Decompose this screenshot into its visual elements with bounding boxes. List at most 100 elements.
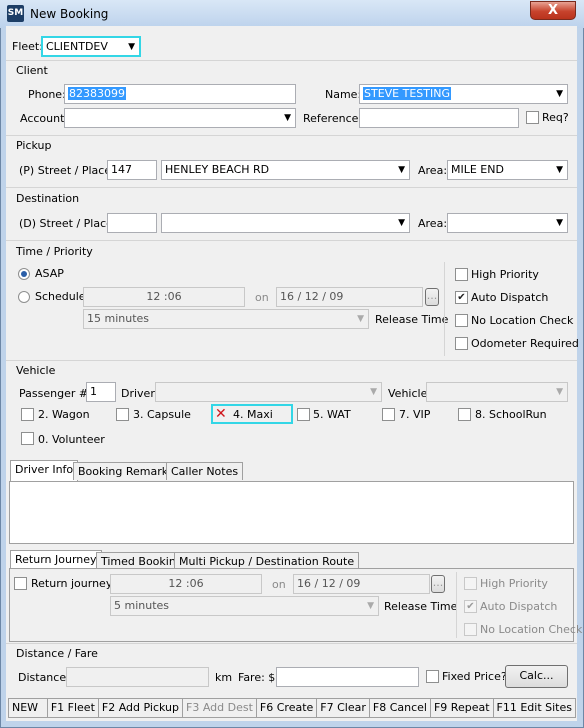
return-date-picker-button[interactable]: ...: [431, 575, 445, 593]
pickup-area-label: Area:: [418, 164, 448, 177]
req-checkbox[interactable]: [526, 111, 539, 124]
passenger-label: Passenger #:: [19, 387, 92, 400]
f7-clear-key[interactable]: F7 Clear: [317, 699, 370, 717]
chevron-down-icon: ▼: [367, 601, 374, 611]
fare-input[interactable]: [276, 667, 419, 687]
return-journey-label: Return journey: [31, 577, 113, 590]
distance-label: Distance:: [18, 671, 70, 684]
distance-input[interactable]: [66, 667, 209, 687]
return-high-priority-checkbox[interactable]: [464, 577, 477, 590]
no-location-check-checkbox[interactable]: [455, 314, 468, 327]
wat-checkbox[interactable]: [297, 408, 310, 421]
schedule-time-input[interactable]: 12 :06: [83, 287, 245, 307]
release-time-value: 15 minutes: [87, 312, 150, 325]
schedule-date-input[interactable]: 16 / 12 / 09: [276, 287, 423, 307]
wagon-label: 2. Wagon: [38, 408, 90, 421]
vehicle-select[interactable]: ▼: [426, 382, 568, 402]
on-label: on: [255, 291, 269, 304]
pickup-street-combobox[interactable]: HENLEY BEACH RD ▼: [161, 160, 410, 180]
return-time-input[interactable]: 12 :06: [110, 574, 262, 594]
account-select[interactable]: ▼: [64, 108, 296, 128]
pickup-number-value: 147: [111, 163, 132, 176]
f1-fleet-key[interactable]: F1 Fleet: [47, 699, 99, 717]
volunteer-label: 0. Volunteer: [38, 433, 105, 446]
fare-heading: Distance / Fare: [16, 647, 98, 660]
high-priority-checkbox[interactable]: [455, 268, 468, 281]
passenger-value: 1: [90, 385, 97, 398]
vip-label: 7. VIP: [399, 408, 431, 421]
fixed-price-label: Fixed Price?: [442, 670, 507, 683]
return-journey-checkbox[interactable]: [14, 577, 27, 590]
odometer-checkbox[interactable]: [455, 337, 468, 350]
vehicle-heading: Vehicle: [16, 364, 56, 377]
chevron-down-icon: ▼: [398, 165, 405, 175]
driver-select[interactable]: ▼: [155, 382, 382, 402]
fleet-select[interactable]: CLIENTDEV ▼: [41, 36, 141, 57]
dest-number-input[interactable]: [107, 213, 157, 233]
capsule-label: 3. Capsule: [133, 408, 191, 421]
high-priority-label: High Priority: [471, 268, 539, 281]
chevron-down-icon: ▼: [556, 387, 563, 397]
reference-input[interactable]: [359, 108, 519, 128]
return-auto-dispatch-checkbox[interactable]: ✔: [464, 600, 477, 613]
auto-dispatch-checkbox[interactable]: ✔: [455, 291, 468, 304]
phone-input[interactable]: 82383099: [64, 84, 296, 104]
return-high-priority-label: High Priority: [480, 577, 548, 590]
release-time-select[interactable]: 15 minutes ▼: [83, 309, 369, 329]
no-location-check-label: No Location Check: [471, 314, 574, 327]
req-label: Req?: [542, 111, 569, 124]
fixed-price-checkbox[interactable]: [426, 670, 439, 683]
app-logo-icon: SM: [7, 5, 24, 22]
return-no-location-label: No Location Check: [480, 623, 583, 636]
date-picker-button[interactable]: ...: [425, 288, 439, 306]
f9-repeat-key[interactable]: F9 Repeat: [430, 699, 494, 717]
return-time-hour: 12: [168, 577, 183, 590]
tab-caller-notes[interactable]: Caller Notes: [166, 462, 244, 480]
pickup-number-input[interactable]: 147: [107, 160, 157, 180]
dest-street-label: (D) Street / Place:: [19, 217, 117, 230]
passenger-input[interactable]: 1: [86, 382, 116, 402]
dest-street-combobox[interactable]: ▼: [161, 213, 410, 233]
chevron-down-icon: ▼: [556, 89, 563, 99]
pickup-street-label: (P) Street / Place:: [19, 164, 115, 177]
close-button[interactable]: X: [530, 1, 576, 20]
volunteer-checkbox[interactable]: [21, 432, 34, 445]
f6-create-key[interactable]: F6 Create: [256, 699, 318, 717]
time-minute: :06: [163, 290, 182, 303]
f3-add-dest-key[interactable]: F3 Add Dest: [183, 699, 257, 717]
driver-info-textarea[interactable]: [9, 481, 574, 544]
return-no-location-checkbox[interactable]: [464, 623, 477, 636]
return-release-select[interactable]: 5 minutes ▼: [110, 596, 379, 616]
pickup-area-select[interactable]: MILE END ▼: [447, 160, 568, 180]
f8-cancel-key[interactable]: F8 Cancel: [369, 699, 431, 717]
wagon-checkbox[interactable]: [21, 408, 34, 421]
f2-add-pickup-key[interactable]: F2 Add Pickup: [98, 699, 183, 717]
calc-button[interactable]: Calc...: [505, 665, 568, 688]
f11-edit-sites-key[interactable]: F11 Edit Sites: [493, 699, 575, 717]
tab-booking-remarks[interactable]: Booking Remarks: [73, 462, 179, 480]
schoolrun-checkbox[interactable]: [458, 408, 471, 421]
return-date-input[interactable]: 16 / 12 / 09: [293, 574, 430, 594]
maxi-cross-icon[interactable]: ✕: [215, 407, 227, 421]
vip-checkbox[interactable]: [382, 408, 395, 421]
asap-radio[interactable]: [18, 268, 30, 280]
name-label: Name:: [325, 88, 362, 101]
chevron-down-icon: ▼: [398, 218, 405, 228]
schedule-radio[interactable]: [18, 291, 30, 303]
pickup-street-value: HENLEY BEACH RD: [165, 163, 270, 176]
tab-driver-info[interactable]: Driver Info: [10, 460, 79, 481]
capsule-checkbox[interactable]: [116, 408, 129, 421]
return-release-label: Release Time: [384, 600, 458, 613]
time-hour: 12: [146, 290, 161, 303]
schoolrun-label: 8. SchoolRun: [475, 408, 547, 421]
chevron-down-icon: ▼: [128, 42, 135, 52]
maxi-label: 4. Maxi: [233, 408, 273, 421]
schedule-date-value: 16 / 12 / 09: [280, 290, 344, 303]
client-heading: Client: [16, 64, 48, 77]
dest-area-select[interactable]: ▼: [447, 213, 568, 233]
chevron-down-icon: ▼: [370, 387, 377, 397]
fare-label: Fare: $: [238, 671, 276, 684]
schedule-label: Schedule: [35, 290, 86, 303]
name-combobox[interactable]: STEVE TESTING ▼: [359, 84, 568, 104]
name-value: STEVE TESTING: [363, 87, 451, 100]
